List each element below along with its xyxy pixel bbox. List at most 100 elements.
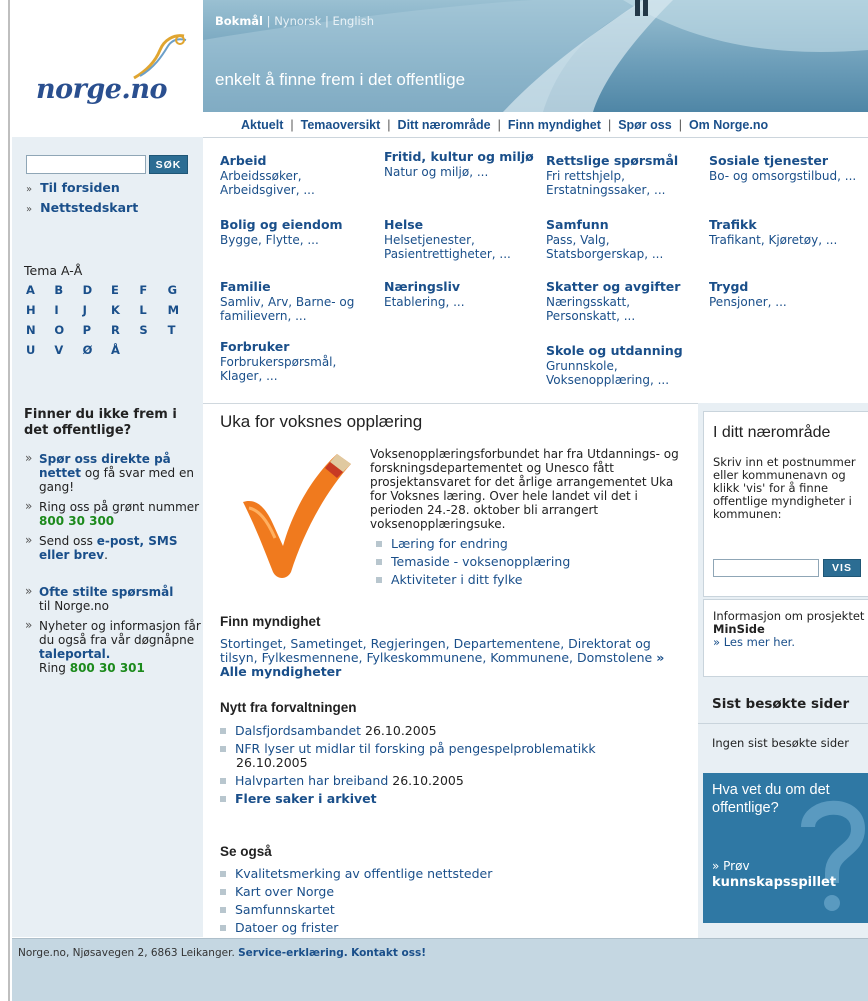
tema-letter[interactable]: S	[139, 323, 167, 337]
nav-sep: |	[497, 117, 501, 132]
tema-letter[interactable]: K	[111, 303, 139, 317]
topic-title-link[interactable]: Helse	[384, 217, 423, 232]
faq-link[interactable]: Ofte stilte spørsmål	[39, 585, 173, 599]
vis-button[interactable]: VIS	[823, 559, 861, 577]
archive-link[interactable]: Flere saker i arkivet	[235, 791, 377, 806]
news-link[interactable]: Halvparten har breiband	[235, 773, 388, 788]
quiz-link[interactable]: kunnskapsspillet	[712, 875, 836, 890]
logo-link[interactable]: norge.no	[36, 74, 167, 105]
finn-list: Stortinget, Sametinget, Regjeringen, Dep…	[220, 637, 690, 679]
tema-letter[interactable]: H	[26, 303, 54, 317]
topic-title-link[interactable]: Samfunn	[546, 217, 609, 232]
postnummer-input[interactable]	[713, 559, 819, 577]
nav-sep: |	[290, 117, 294, 132]
tema-letter[interactable]: N	[26, 323, 54, 337]
topic-title-link[interactable]: Arbeid	[220, 153, 267, 168]
tema-letter[interactable]: D	[83, 283, 111, 297]
topic-naeringsliv: Næringsliv Etablering, ...	[384, 278, 539, 309]
topic-sub-link[interactable]: Næringsskatt, Personskatt, ...	[546, 295, 635, 323]
topic-sub-link[interactable]: Helsetjenester, Pasientrettigheter, ...	[384, 233, 511, 261]
topic-sub-link[interactable]: Etablering, ...	[384, 295, 465, 309]
nav-finn-myndighet[interactable]: Finn myndighet	[508, 118, 601, 132]
nav-spor-oss[interactable]: Spør oss	[618, 118, 672, 132]
nav-ditt-naeromrade[interactable]: Ditt nærområde	[398, 118, 491, 132]
contact-link[interactable]: Kontakt oss!	[351, 947, 426, 959]
tema-letter[interactable]: U	[26, 343, 54, 357]
tema-letter[interactable]: M	[168, 303, 196, 317]
sidebar-link-nettstedskart[interactable]: Nettstedskart	[40, 200, 138, 215]
topic-sosiale: Sosiale tjenester Bo- og omsorgstilbud, …	[709, 152, 864, 183]
lang-nynorsk[interactable]: Nynorsk	[274, 14, 321, 28]
seogsa-link[interactable]: Kvalitetsmerking av offentlige nettstede…	[235, 866, 492, 881]
tema-letter[interactable]: B	[54, 283, 82, 297]
help-list: Spør oss direkte på nettet og få svar me…	[24, 451, 202, 568]
topic-sub-link[interactable]: Natur og miljø, ...	[384, 165, 488, 179]
topic-title-link[interactable]: Trygd	[709, 279, 748, 294]
search-button[interactable]: SØK	[149, 155, 188, 174]
tema-letter[interactable]: L	[139, 303, 167, 317]
nav-om-norge[interactable]: Om Norge.no	[689, 118, 768, 132]
tema-letter[interactable]: Å	[111, 343, 139, 357]
seogsa-link[interactable]: Datoer og frister	[235, 920, 338, 935]
tema-letter[interactable]: O	[54, 323, 82, 337]
minside-link[interactable]: » Les mer her.	[713, 635, 795, 649]
topic-title-link[interactable]: Rettslige spørsmål	[546, 153, 678, 168]
tema-letter-grid: A B D E F G H I J K L M N O P R S T U V …	[26, 283, 196, 357]
tema-letter[interactable]: G	[168, 283, 196, 297]
footer: Norge.no, Njøsavegen 2, 6863 Leikanger. …	[12, 938, 868, 1001]
topic-title-link[interactable]: Fritid, kultur og miljø	[384, 149, 534, 164]
topic-sub-link[interactable]: Pensjoner, ...	[709, 295, 787, 309]
finn-title: Finn myndighet	[220, 614, 321, 629]
topic-title-link[interactable]: Forbruker	[220, 339, 289, 354]
tema-letter[interactable]: F	[139, 283, 167, 297]
tema-letter[interactable]: T	[168, 323, 196, 337]
topic-sub-link[interactable]: Forbrukerspørsmål, Klager, ...	[220, 355, 336, 383]
tema-letter[interactable]: J	[83, 303, 111, 317]
help-item: Ring oss på grønt nummer 800 30 300	[24, 499, 202, 528]
tema-letter[interactable]: Ø	[83, 343, 111, 357]
topic-title-link[interactable]: Skatter og avgifter	[546, 279, 680, 294]
tema-letter[interactable]: R	[111, 323, 139, 337]
topic-sub-link[interactable]: Grunnskole, Voksenopplæring, ...	[546, 359, 669, 387]
tema-letter[interactable]: A	[26, 283, 54, 297]
feature-link[interactable]: Aktiviteter i ditt fylke	[391, 572, 523, 587]
taleportal-link[interactable]: taleportal.	[39, 647, 110, 661]
nav-aktuelt[interactable]: Aktuelt	[241, 118, 283, 132]
news-link[interactable]: NFR lyser ut midlar til forsking på peng…	[235, 741, 596, 756]
topic-sub-link[interactable]: Trafikant, Kjøretøy, ...	[709, 233, 837, 247]
topic-sub-link[interactable]: Arbeidssøker, Arbeidsgiver, ...	[220, 169, 315, 197]
service-link[interactable]: Service-erklæring.	[238, 947, 348, 959]
topic-title-link[interactable]: Bolig og eiendom	[220, 217, 343, 232]
bullet-square-icon	[376, 558, 382, 565]
finn-text-link[interactable]: Stortinget, Sametinget, Regjeringen, Dep…	[220, 636, 652, 665]
tema-letter[interactable]: P	[83, 323, 111, 337]
topic-title-link[interactable]: Familie	[220, 279, 271, 294]
topic-sub-link[interactable]: Bygge, Flytte, ...	[220, 233, 319, 247]
lang-english[interactable]: English	[333, 14, 375, 28]
news-link[interactable]: Dalsfjordsambandet	[235, 723, 361, 738]
lang-sep: |	[266, 14, 271, 28]
lang-bokmal[interactable]: Bokmål	[215, 14, 263, 28]
tema-letter[interactable]: E	[111, 283, 139, 297]
topic-title-link[interactable]: Trafikk	[709, 217, 757, 232]
topic-sub-link[interactable]: Fri rettshjelp, Erstatningssaker, ...	[546, 169, 665, 197]
topic-sub-link[interactable]: Samliv, Arv, Barne- og familievern, ...	[220, 295, 354, 323]
feature-link[interactable]: Temaside - voksenopplæring	[391, 554, 570, 569]
search-input[interactable]	[26, 155, 146, 174]
seogsa-link[interactable]: Samfunnskartet	[235, 902, 335, 917]
sidebar-link-forsiden[interactable]: Til forsiden	[40, 180, 120, 195]
topic-title-link[interactable]: Skole og utdanning	[546, 343, 683, 358]
feature-link[interactable]: Læring for endring	[391, 536, 508, 551]
seogsa-link[interactable]: Kart over Norge	[235, 884, 334, 899]
topic-title-link[interactable]: Næringsliv	[384, 279, 460, 294]
quiz-banner[interactable]: Hva vet du om det offentlige? » Prøv kun…	[703, 773, 868, 923]
tema-letter[interactable]: V	[54, 343, 82, 357]
topic-rettslige: Rettslige spørsmål Fri rettshjelp, Ersta…	[546, 152, 706, 197]
nav-temaoversikt[interactable]: Temaoversikt	[301, 118, 381, 132]
nav-sep: |	[678, 117, 682, 132]
topic-sub-link[interactable]: Pass, Valg, Statsborgerskap, ...	[546, 233, 663, 261]
topic-sub-link[interactable]: Bo- og omsorgstilbud, ...	[709, 169, 856, 183]
tema-letter[interactable]: I	[54, 303, 82, 317]
header-banner: Bokmål | Nynorsk | English enkelt å finn…	[203, 0, 868, 112]
topic-title-link[interactable]: Sosiale tjenester	[709, 153, 828, 168]
